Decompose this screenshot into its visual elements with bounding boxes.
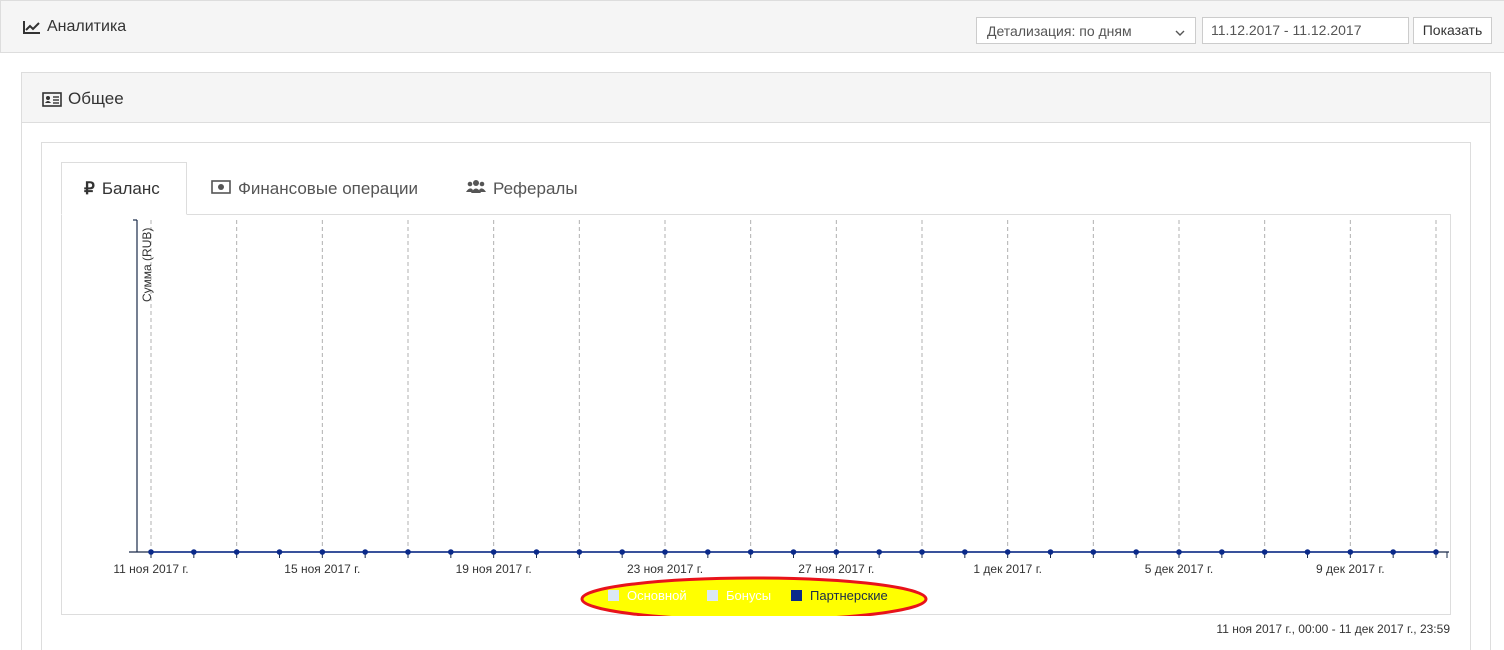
legend-swatch <box>791 590 802 601</box>
detail-select-value: Детализация: по дням <box>987 22 1132 39</box>
x-tick-label: 9 дек 2017 г. <box>1316 562 1385 576</box>
x-tick-label: 23 ноя 2017 г. <box>627 562 703 576</box>
data-point <box>662 549 668 555</box>
tab-balance-label: Баланс <box>101 178 160 198</box>
data-point <box>319 549 326 555</box>
id-card-icon <box>42 91 62 107</box>
data-point <box>1433 549 1439 555</box>
data-point <box>1390 549 1396 555</box>
x-tick-label: 1 дек 2017 г. <box>973 562 1042 576</box>
data-point <box>191 549 197 555</box>
tab-financial-operations-label: Финансовые операции <box>238 178 418 198</box>
x-tick-label: 27 ноя 2017 г. <box>798 562 874 576</box>
data-point <box>1133 549 1139 555</box>
data-point <box>1304 549 1311 555</box>
analytics-title-text: Аналитика <box>47 18 127 35</box>
analytics-header: Аналитика Детализация: по дням 11.12.201… <box>0 0 1504 53</box>
x-tick-label: 15 ноя 2017 г. <box>284 562 360 576</box>
tab-financial-operations[interactable]: Финансовые операции <box>211 162 418 215</box>
general-panel-title: Общее <box>42 89 124 109</box>
data-point <box>576 549 583 555</box>
line-chart-icon <box>23 20 41 34</box>
general-panel-heading: Общее <box>22 73 1490 123</box>
data-point <box>619 549 625 555</box>
data-point <box>962 549 968 555</box>
data-point <box>1004 549 1011 555</box>
data-point <box>405 549 411 555</box>
tab-balance[interactable]: ₽ Баланс <box>61 162 187 215</box>
ruble-icon: ₽ <box>84 178 95 198</box>
x-tick-label: 5 дек 2017 г. <box>1145 562 1214 576</box>
legend-label: Партнерские <box>810 588 888 603</box>
data-point <box>533 549 540 555</box>
data-point <box>790 549 797 555</box>
data-point <box>833 549 840 555</box>
data-point <box>233 549 240 555</box>
x-tick-label: 19 ноя 2017 г. <box>456 562 532 576</box>
data-point <box>362 549 368 555</box>
legend-swatch <box>707 590 718 601</box>
tab-referrals[interactable]: Рефералы <box>466 162 578 215</box>
data-point <box>705 549 711 555</box>
x-tick-label: 11 ноя 2017 г. <box>113 562 188 576</box>
chart-range-label: 11 ноя 2017 г., 00:00 - 11 дек 2017 г., … <box>1216 622 1450 636</box>
legend-label: Бонусы <box>726 588 771 603</box>
money-icon <box>211 179 231 199</box>
data-point <box>919 549 925 555</box>
data-point <box>1047 549 1054 555</box>
data-point <box>1261 549 1268 555</box>
users-icon <box>466 178 486 199</box>
data-point <box>448 549 454 555</box>
legend-swatch <box>608 590 619 601</box>
data-point <box>148 549 154 555</box>
general-panel-title-text: Общее <box>68 89 124 108</box>
data-point <box>747 549 754 555</box>
data-point <box>490 549 497 555</box>
data-point <box>1347 549 1354 555</box>
detail-select[interactable]: Детализация: по дням <box>976 17 1196 44</box>
date-range-input[interactable]: 11.12.2017 - 11.12.2017 <box>1202 17 1409 44</box>
balance-chart: Сумма (RUB) 11 ноя 2017 г. 15 ноя 2017 г. 1… <box>113 219 1449 616</box>
data-point <box>876 549 882 555</box>
y-axis-label: Сумма (RUB) <box>140 228 154 302</box>
chevron-down-icon <box>1175 23 1185 39</box>
tab-referrals-label: Рефералы <box>493 178 578 198</box>
legend-label: Основной <box>627 588 687 603</box>
data-point <box>1219 549 1225 555</box>
data-point <box>1176 549 1182 555</box>
analytics-title: Аналитика <box>23 18 126 36</box>
data-point <box>1090 549 1097 555</box>
show-button[interactable]: Показать <box>1413 17 1492 44</box>
data-point <box>276 549 283 555</box>
